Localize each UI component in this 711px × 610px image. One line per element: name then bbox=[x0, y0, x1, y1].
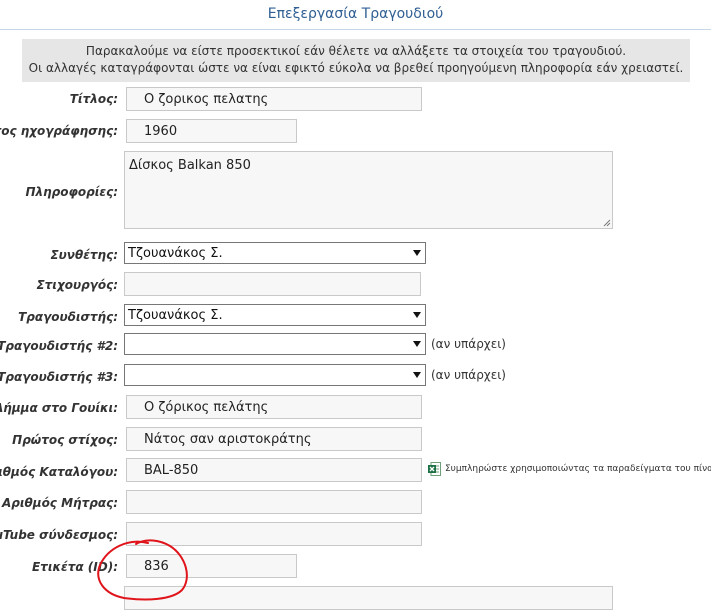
chevron-down-icon bbox=[413, 312, 421, 318]
first-verse-label: Πρώτος στίχος: bbox=[12, 433, 118, 447]
notice-line-2: Οι αλλαγές καταγράφονται ώστε να είναι ε… bbox=[28, 61, 684, 75]
singer-label: Τραγουδιστής: bbox=[18, 310, 118, 324]
first-verse-input[interactable]: Νάτος σαν αριστοκράτης bbox=[126, 427, 422, 451]
composer-label: Συνθέτης: bbox=[50, 248, 118, 262]
singer-selected: Τζουανάκος Σ. bbox=[128, 307, 223, 323]
catalog-note: Συμπληρώστε χρησιμοποιώντας τα παραδείγμ… bbox=[445, 464, 711, 474]
wiki-input[interactable]: Ο ζόρικος πελάτης bbox=[126, 395, 422, 419]
title-label: Τίτλος: bbox=[69, 92, 118, 106]
notice-box: Παρακαλούμε να είστε προσεκτικοί εάν θέλ… bbox=[22, 39, 690, 82]
youtube-label: YouTube σύνδεσμος: bbox=[0, 528, 118, 542]
wiki-label: Λήμμα στο Γουίκι: bbox=[0, 401, 118, 415]
singer3-label: Τραγουδιστής #3: bbox=[0, 370, 118, 384]
year-label: Ετος ηχογράφησης: bbox=[0, 124, 118, 138]
page-title: Επεξεργασία Τραγουδιού bbox=[0, 0, 711, 30]
singer2-label: Τραγουδιστής #2: bbox=[0, 339, 118, 353]
lyricist-input[interactable] bbox=[124, 272, 421, 296]
title-input[interactable]: Ο ζορικος πελατης bbox=[126, 87, 422, 111]
chevron-down-icon bbox=[413, 341, 421, 347]
resize-grip-icon[interactable] bbox=[603, 219, 611, 227]
singer3-note: (αν υπάρχει) bbox=[431, 368, 506, 382]
composer-select[interactable]: Τζουανάκος Σ. bbox=[124, 242, 426, 264]
catalog-input[interactable]: BAL-850 bbox=[126, 458, 422, 482]
chevron-down-icon bbox=[413, 372, 421, 378]
catalog-label: Αριθμός Καταλόγου: bbox=[0, 465, 118, 479]
info-label: Πληροφορίες: bbox=[25, 185, 118, 199]
composer-selected: Τζουανάκος Σ. bbox=[128, 245, 223, 261]
matrix-input[interactable] bbox=[126, 490, 422, 514]
chevron-down-icon bbox=[413, 250, 421, 256]
tag-input[interactable]: 836 bbox=[126, 554, 297, 578]
lyricist-label: Στιχουργός: bbox=[36, 278, 118, 292]
notice-line-1: Παρακαλούμε να είστε προσεκτικοί εάν θέλ… bbox=[85, 44, 627, 58]
next-textarea[interactable] bbox=[124, 586, 613, 610]
singer2-select[interactable] bbox=[124, 333, 426, 355]
singer2-note: (αν υπάρχει) bbox=[431, 337, 506, 351]
excel-icon[interactable] bbox=[428, 462, 441, 476]
singer-select[interactable]: Τζουανάκος Σ. bbox=[124, 304, 426, 326]
youtube-input[interactable] bbox=[126, 522, 422, 546]
matrix-label: Αριθμός Μήτρας: bbox=[1, 496, 118, 510]
tag-label: Ετικέτα (ID): bbox=[31, 560, 118, 574]
info-textarea[interactable]: Δίσκος Balkan 850 bbox=[124, 151, 613, 229]
singer3-select[interactable] bbox=[124, 364, 426, 386]
info-text: Δίσκος Balkan 850 bbox=[129, 158, 251, 173]
year-input[interactable]: 1960 bbox=[126, 119, 297, 143]
